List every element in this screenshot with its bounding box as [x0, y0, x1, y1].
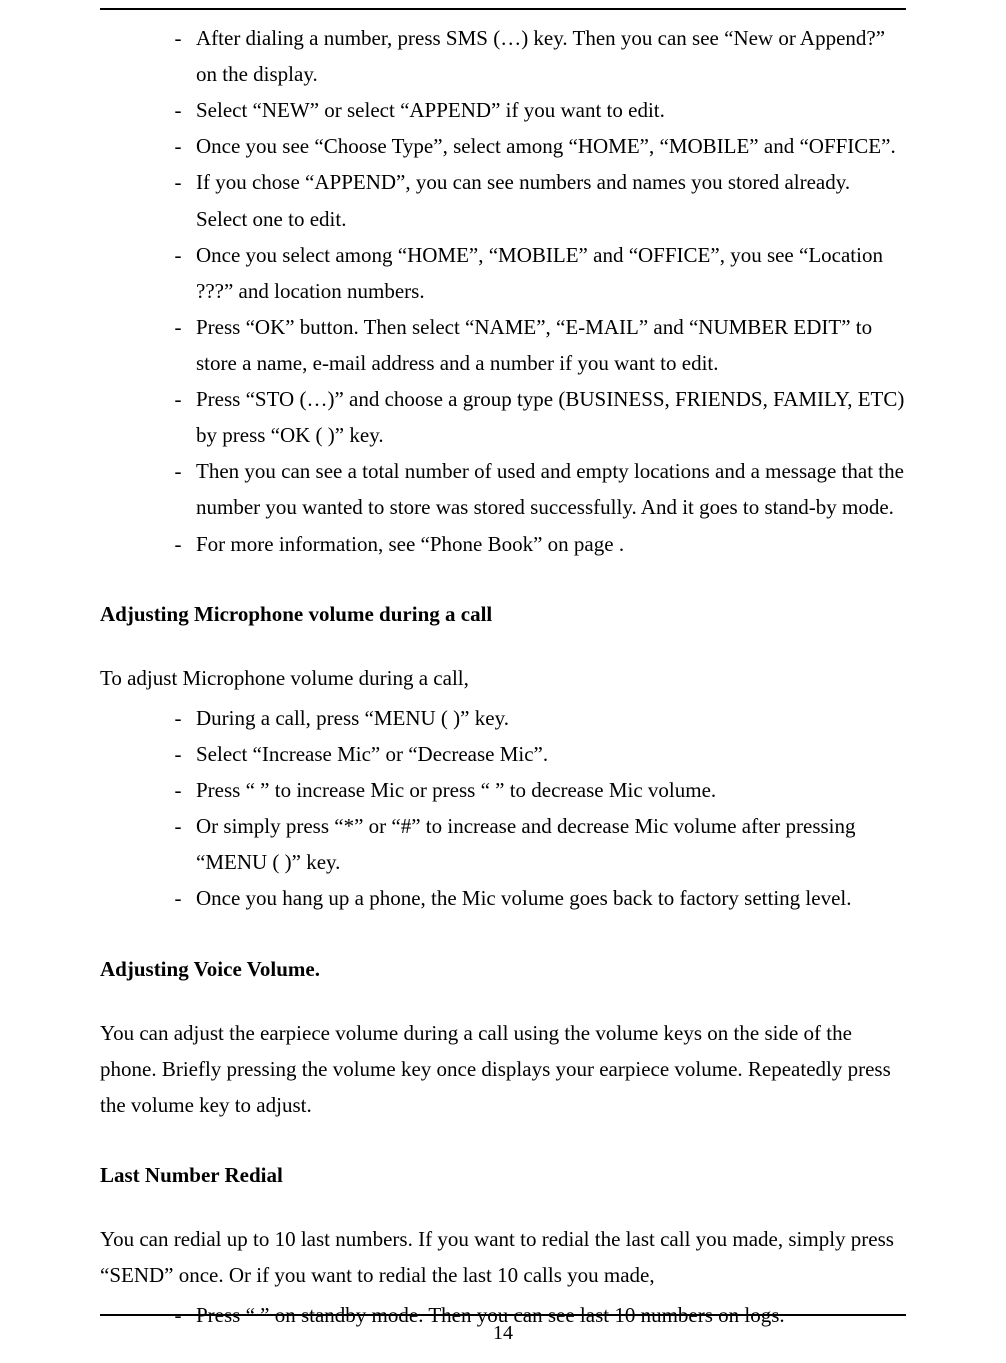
bullet-dash: - [160, 20, 196, 56]
list-item-text: If you chose “APPEND”, you can see numbe… [196, 164, 906, 236]
list-item: - Once you see “Choose Type”, select amo… [100, 128, 906, 164]
list-item-text: Press “STO (…)” and choose a group type … [196, 381, 906, 453]
list-item: - Then you can see a total number of use… [100, 453, 906, 525]
list-item: - Or simply press “*” or “#” to increase… [100, 808, 906, 880]
bullet-dash: - [160, 237, 196, 273]
document-page: - After dialing a number, press SMS (…) … [0, 8, 1006, 1363]
list-item: - During a call, press “MENU ( )” key. [100, 700, 906, 736]
list-item: - Press “OK” button. Then select “NAME”,… [100, 309, 906, 381]
bullet-dash: - [160, 92, 196, 128]
mic-steps-list: - During a call, press “MENU ( )” key. -… [100, 700, 906, 917]
bullet-dash: - [160, 808, 196, 844]
list-item: - Select “Increase Mic” or “Decrease Mic… [100, 736, 906, 772]
bullet-dash: - [160, 128, 196, 164]
bottom-horizontal-rule [100, 1314, 906, 1316]
storage-steps-list: - After dialing a number, press SMS (…) … [100, 20, 906, 562]
list-item: - After dialing a number, press SMS (…) … [100, 20, 906, 92]
list-item: - Select “NEW” or select “APPEND” if you… [100, 92, 906, 128]
list-item: - If you chose “APPEND”, you can see num… [100, 164, 906, 236]
heading-adjusting-mic: Adjusting Microphone volume during a cal… [100, 596, 906, 632]
list-item: - Once you select among “HOME”, “MOBILE”… [100, 237, 906, 309]
bullet-dash: - [160, 772, 196, 808]
bullet-dash: - [160, 453, 196, 489]
bullet-dash: - [160, 164, 196, 200]
heading-last-number-redial: Last Number Redial [100, 1157, 906, 1193]
page-footer: 14 [60, 1314, 946, 1345]
list-item-text: Once you select among “HOME”, “MOBILE” a… [196, 237, 906, 309]
redial-paragraph: You can redial up to 10 last numbers. If… [100, 1221, 906, 1293]
list-item-text: Select “Increase Mic” or “Decrease Mic”. [196, 736, 906, 772]
list-item: - Press “STO (…)” and choose a group typ… [100, 381, 906, 453]
list-item-text: Then you can see a total number of used … [196, 453, 906, 525]
list-item-text: Select “NEW” or select “APPEND” if you w… [196, 92, 906, 128]
list-item: - Press “ ” to increase Mic or press “ ”… [100, 772, 906, 808]
list-item: - Once you hang up a phone, the Mic volu… [100, 880, 906, 916]
heading-adjusting-voice: Adjusting Voice Volume. [100, 951, 906, 987]
list-item-text: After dialing a number, press SMS (…) ke… [196, 20, 906, 92]
bullet-dash: - [160, 700, 196, 736]
list-item: - For more information, see “Phone Book”… [100, 526, 906, 562]
bullet-dash: - [160, 381, 196, 417]
bullet-dash: - [160, 736, 196, 772]
bullet-dash: - [160, 880, 196, 916]
list-item-text: Press “OK” button. Then select “NAME”, “… [196, 309, 906, 381]
page-number: 14 [493, 1322, 513, 1344]
list-item-text: Or simply press “*” or “#” to increase a… [196, 808, 906, 880]
page-content: - After dialing a number, press SMS (…) … [60, 10, 946, 1333]
mic-intro-paragraph: To adjust Microphone volume during a cal… [100, 660, 906, 696]
voice-paragraph: You can adjust the earpiece volume durin… [100, 1015, 906, 1123]
bullet-dash: - [160, 309, 196, 345]
bullet-dash: - [160, 526, 196, 562]
list-item-text: Press “ ” to increase Mic or press “ ” t… [196, 772, 906, 808]
list-item-text: For more information, see “Phone Book” o… [196, 526, 906, 562]
list-item-text: Once you hang up a phone, the Mic volume… [196, 880, 906, 916]
list-item-text: During a call, press “MENU ( )” key. [196, 700, 906, 736]
list-item-text: Once you see “Choose Type”, select among… [196, 128, 906, 164]
